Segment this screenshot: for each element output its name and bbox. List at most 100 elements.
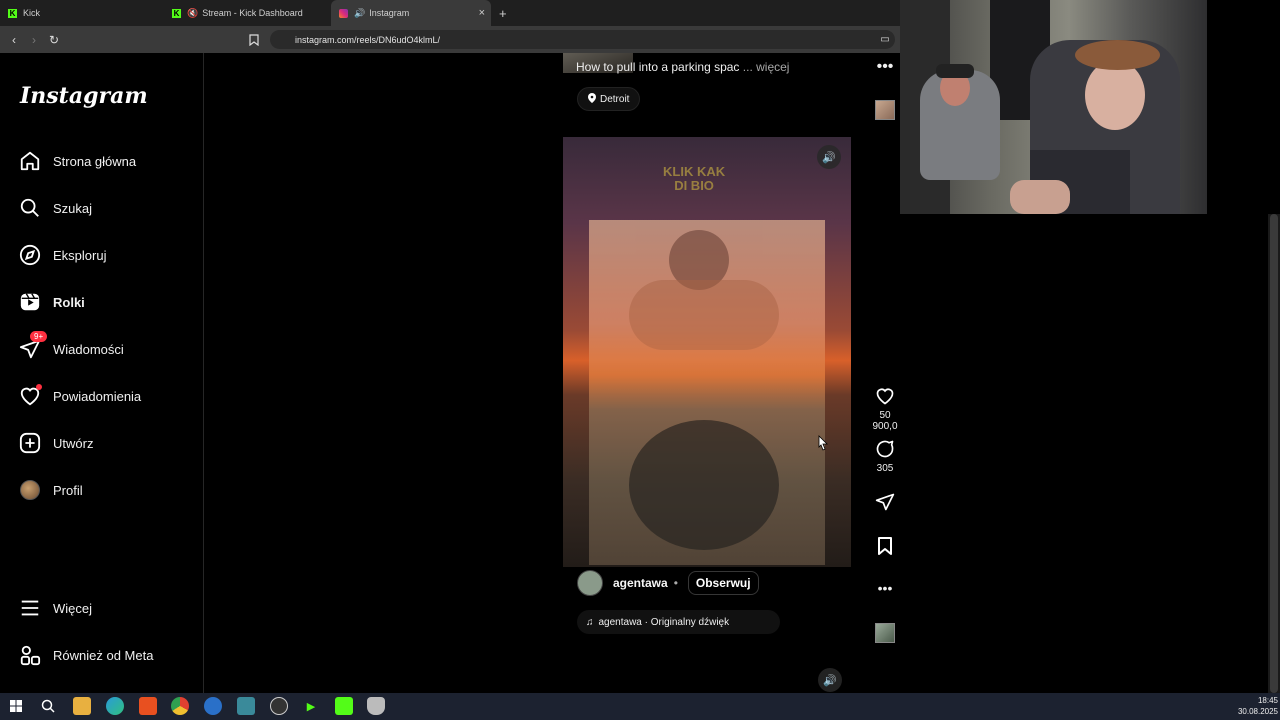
sidebar-item-messages[interactable]: 9+ Wiadomości: [18, 331, 198, 364]
kick-app-icon[interactable]: [335, 697, 353, 715]
comment-icon[interactable]: [868, 438, 902, 460]
reel-caption[interactable]: How to pull into a parking spac ... więc…: [576, 60, 789, 74]
page-scrollbar[interactable]: [1268, 214, 1280, 693]
sidebar-item-home[interactable]: Strona główna: [18, 146, 198, 176]
windows-taskbar: [0, 693, 1280, 720]
comment-action[interactable]: 305: [868, 438, 902, 474]
obs-icon[interactable]: [270, 697, 288, 715]
sidebar-item-notifications[interactable]: Powiadomienia: [18, 381, 198, 411]
sidebar-item-label: Profil: [53, 482, 83, 498]
notification-badge: 9+: [30, 331, 48, 342]
messenger-icon: 9+: [18, 331, 48, 361]
heart-icon: [18, 384, 42, 408]
mute-icon: 🔇: [187, 7, 199, 18]
sidebar-item-label: Więcej: [53, 600, 93, 616]
author-avatar[interactable]: [577, 570, 603, 596]
heart-icon[interactable]: [868, 385, 902, 407]
like-count: 50 900,0: [872, 410, 898, 432]
more-options-icon[interactable]: •••: [868, 580, 902, 596]
comment-count: 305: [876, 463, 894, 474]
sidebar-item-create[interactable]: Utwórz: [18, 428, 198, 458]
close-tab-icon[interactable]: ×: [479, 7, 485, 19]
sidebar: Instagram Strona główna Szukaj Eksploruj…: [0, 53, 204, 693]
volume-icon[interactable]: 🔊: [817, 145, 841, 169]
menu-icon: [18, 596, 42, 620]
location-chip[interactable]: Detroit: [577, 87, 641, 111]
tab-label: Kick: [23, 8, 41, 18]
audio-chip[interactable]: ♫ agentawa · Originalny dźwięk: [577, 610, 780, 634]
sidebar-item-meta[interactable]: Również od Meta: [18, 640, 198, 670]
url-field[interactable]: instagram.com/reels/DN6udO4klmL/: [270, 30, 895, 49]
play-icon[interactable]: ▶: [302, 697, 320, 715]
new-tab-button[interactable]: +: [499, 0, 507, 26]
search-icon[interactable]: [39, 697, 57, 715]
reload-icon[interactable]: ↻: [44, 26, 64, 53]
forward-icon[interactable]: ›: [24, 26, 44, 53]
notification-dot: [36, 384, 42, 390]
bookmark-icon[interactable]: [244, 26, 264, 53]
sidebar-item-label: Powiadomienia: [53, 388, 142, 404]
avatar: [18, 478, 42, 502]
sound-icon: 🔊: [354, 7, 366, 18]
reel-author: agentawa • Obserwuj: [577, 570, 759, 596]
kick-icon: K: [8, 8, 17, 18]
sidebar-item-label: Utwórz: [53, 435, 94, 451]
prev-audio-thumbnail[interactable]: [875, 100, 895, 120]
windows-start-icon[interactable]: [7, 697, 25, 715]
sidebar-item-profile[interactable]: Profil: [18, 475, 198, 505]
compass-icon: [18, 243, 42, 267]
webcam-overlay: [900, 0, 1207, 214]
app-icon[interactable]: [237, 697, 255, 715]
tab-kick-dashboard[interactable]: K 🔇 Stream - Kick Dashboard: [172, 0, 327, 26]
system-clock[interactable]: 18:45 30.08.2025: [1228, 695, 1278, 717]
sidebar-item-label: Strona główna: [53, 153, 137, 169]
bookmark-icon[interactable]: [868, 535, 902, 557]
reels-icon: [18, 290, 42, 314]
chrome-icon[interactable]: [171, 697, 189, 715]
instagram-logo[interactable]: Instagram: [20, 83, 148, 109]
home-icon: [18, 149, 42, 173]
save-action[interactable]: [868, 535, 902, 557]
clock-time: 18:45: [1257, 696, 1278, 705]
search-icon: [18, 196, 42, 220]
app-icon[interactable]: [204, 697, 222, 715]
volume-icon[interactable]: 🔊: [818, 668, 842, 692]
tab-instagram[interactable]: 🔊 Instagram ×: [331, 0, 491, 26]
location-label: Detroit: [600, 93, 630, 105]
share-icon[interactable]: [868, 491, 902, 513]
kick-icon: K: [172, 8, 181, 18]
sidebar-item-search[interactable]: Szukaj: [18, 193, 198, 223]
clock-date: 30.08.2025: [1237, 707, 1278, 716]
more-link[interactable]: ... więcej: [743, 60, 790, 74]
file-explorer-icon[interactable]: [73, 697, 91, 715]
sidebar-item-more[interactable]: Więcej: [18, 593, 198, 623]
sidebar-item-label: Szukaj: [53, 200, 93, 216]
scrollbar-thumb[interactable]: [1270, 214, 1278, 693]
brave-icon[interactable]: [139, 697, 157, 715]
url-text[interactable]: instagram.com/reels/DN6udO4klmL/: [295, 35, 440, 45]
sidebar-item-label: Wiadomości: [53, 341, 124, 357]
follow-button[interactable]: Obserwuj: [687, 571, 759, 595]
audio-thumbnail[interactable]: [875, 623, 895, 643]
cast-icon[interactable]: ▭: [875, 26, 895, 53]
video-overlay-text: KLIK KAK DI BIO: [663, 164, 726, 193]
tab-kick[interactable]: K Kick: [8, 0, 168, 26]
mouse-cursor: [818, 435, 828, 456]
more-options-icon[interactable]: •••: [868, 58, 902, 76]
tab-label: Stream - Kick Dashboard: [202, 8, 303, 18]
shield-icon[interactable]: [367, 697, 385, 715]
sidebar-item-label: Eksploruj: [53, 247, 107, 263]
separator-dot: •: [673, 576, 678, 590]
author-username[interactable]: agentawa: [613, 576, 668, 590]
like-action[interactable]: 50 900,0: [868, 385, 902, 432]
tab-label: Instagram: [369, 8, 410, 18]
back-icon[interactable]: ‹: [4, 26, 24, 53]
sidebar-item-explore[interactable]: Eksploruj: [18, 240, 198, 270]
share-action[interactable]: [868, 491, 902, 513]
meta-apps-icon: [18, 643, 42, 667]
location-pin-icon: [588, 92, 596, 106]
edge-icon[interactable]: [106, 697, 124, 715]
sidebar-item-reels[interactable]: Rolki: [18, 287, 198, 317]
reel-video[interactable]: KLIK KAK DI BIO 🔊: [563, 137, 851, 567]
caption-text: How to pull into a parking spac: [576, 60, 740, 74]
